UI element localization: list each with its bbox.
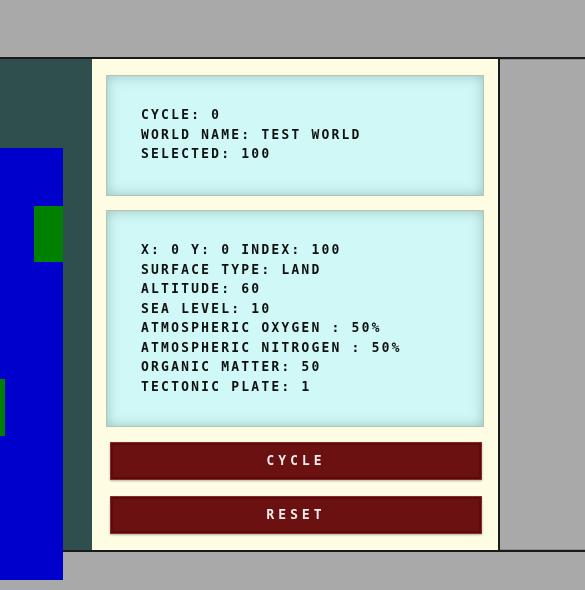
- cycle-button[interactable]: CYCLE: [110, 442, 482, 480]
- tectonic-plate-text: TECTONIC PLATE: 1: [141, 379, 312, 395]
- sea-level-text: SEA LEVEL: 10: [141, 301, 272, 317]
- altitude-text: ALTITUDE: 60: [141, 282, 262, 297]
- world-status-box: CYCLE: 0 WORLD NAME: TEST WORLD SELECTED…: [106, 75, 484, 196]
- right-margin: [500, 59, 585, 550]
- nitrogen-text: ATMOSPHERIC NITROGEN : 50%: [141, 340, 402, 356]
- coords-text: X: 0 Y: 0 INDEX: 100: [141, 243, 342, 258]
- side-panel: CYCLE: 0 WORLD NAME: TEST WORLD SELECTED…: [92, 59, 500, 550]
- world-view: [0, 59, 92, 580]
- organic-matter-text: ORGANIC MATTER: 50: [141, 360, 322, 375]
- reset-button[interactable]: RESET: [110, 496, 482, 534]
- land-tile[interactable]: [0, 379, 5, 436]
- selected-text: SELECTED: 100: [141, 147, 272, 162]
- land-tile[interactable]: [34, 206, 63, 262]
- world-name-text: WORLD NAME: TEST WORLD: [141, 127, 362, 143]
- world-map[interactable]: [0, 148, 63, 580]
- oxygen-text: ATMOSPHERIC OXYGEN : 50%: [141, 321, 382, 336]
- cycle-text: CYCLE: 0: [141, 108, 222, 123]
- surface-type-text: SURFACE TYPE: LAND: [141, 262, 322, 278]
- tile-info-box: X: 0 Y: 0 INDEX: 100 SURFACE TYPE: LAND …: [106, 210, 484, 427]
